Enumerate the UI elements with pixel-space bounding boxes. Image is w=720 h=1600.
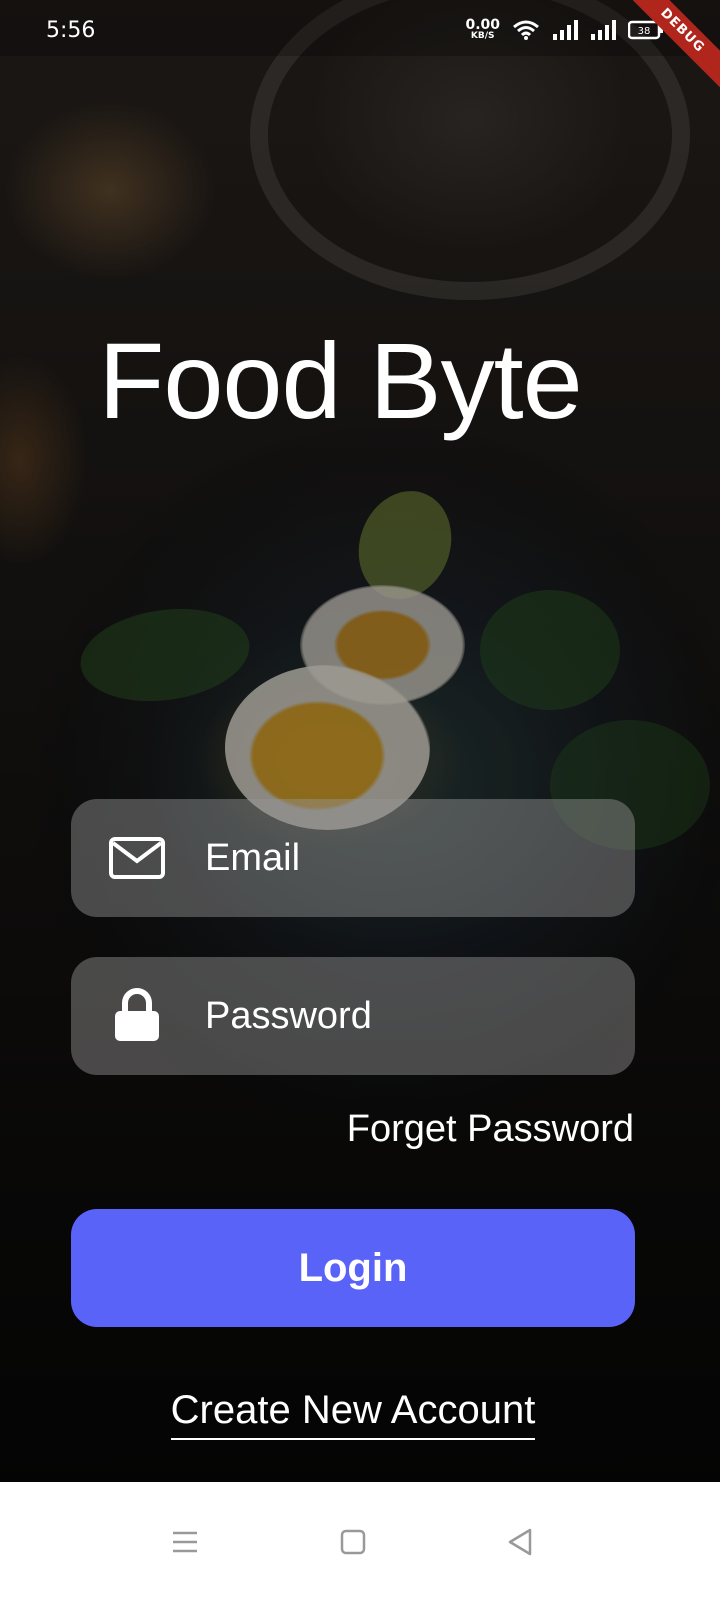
password-input[interactable]: [205, 977, 605, 1055]
back-triangle-icon[interactable]: [500, 1522, 540, 1562]
mail-icon: [109, 837, 165, 879]
app-title: Food Byte: [98, 320, 582, 441]
signal-icon: [553, 19, 578, 40]
lock-icon: [115, 988, 159, 1041]
home-square-icon[interactable]: [333, 1522, 373, 1562]
status-time: 5:56: [46, 18, 96, 43]
create-account-container: Create New Account: [0, 1388, 706, 1440]
svg-text:38: 38: [638, 26, 651, 37]
navigation-bar: [0, 1482, 720, 1600]
status-icons: 0.00 KB/S 38: [465, 18, 664, 41]
create-account-link[interactable]: Create New Account: [170, 1388, 536, 1440]
signal-icon: [591, 19, 616, 40]
menu-icon[interactable]: [165, 1522, 205, 1562]
login-button[interactable]: Login: [71, 1209, 635, 1327]
net-speed: 0.00 KB/S: [465, 17, 500, 41]
email-field[interactable]: [71, 799, 635, 917]
status-bar: 5:56 0.00 KB/S 38 DEBUG: [0, 0, 720, 97]
wifi-icon: [513, 20, 539, 40]
password-field[interactable]: [71, 957, 635, 1075]
email-input[interactable]: [205, 819, 605, 897]
forgot-password-link[interactable]: Forget Password: [347, 1108, 634, 1151]
